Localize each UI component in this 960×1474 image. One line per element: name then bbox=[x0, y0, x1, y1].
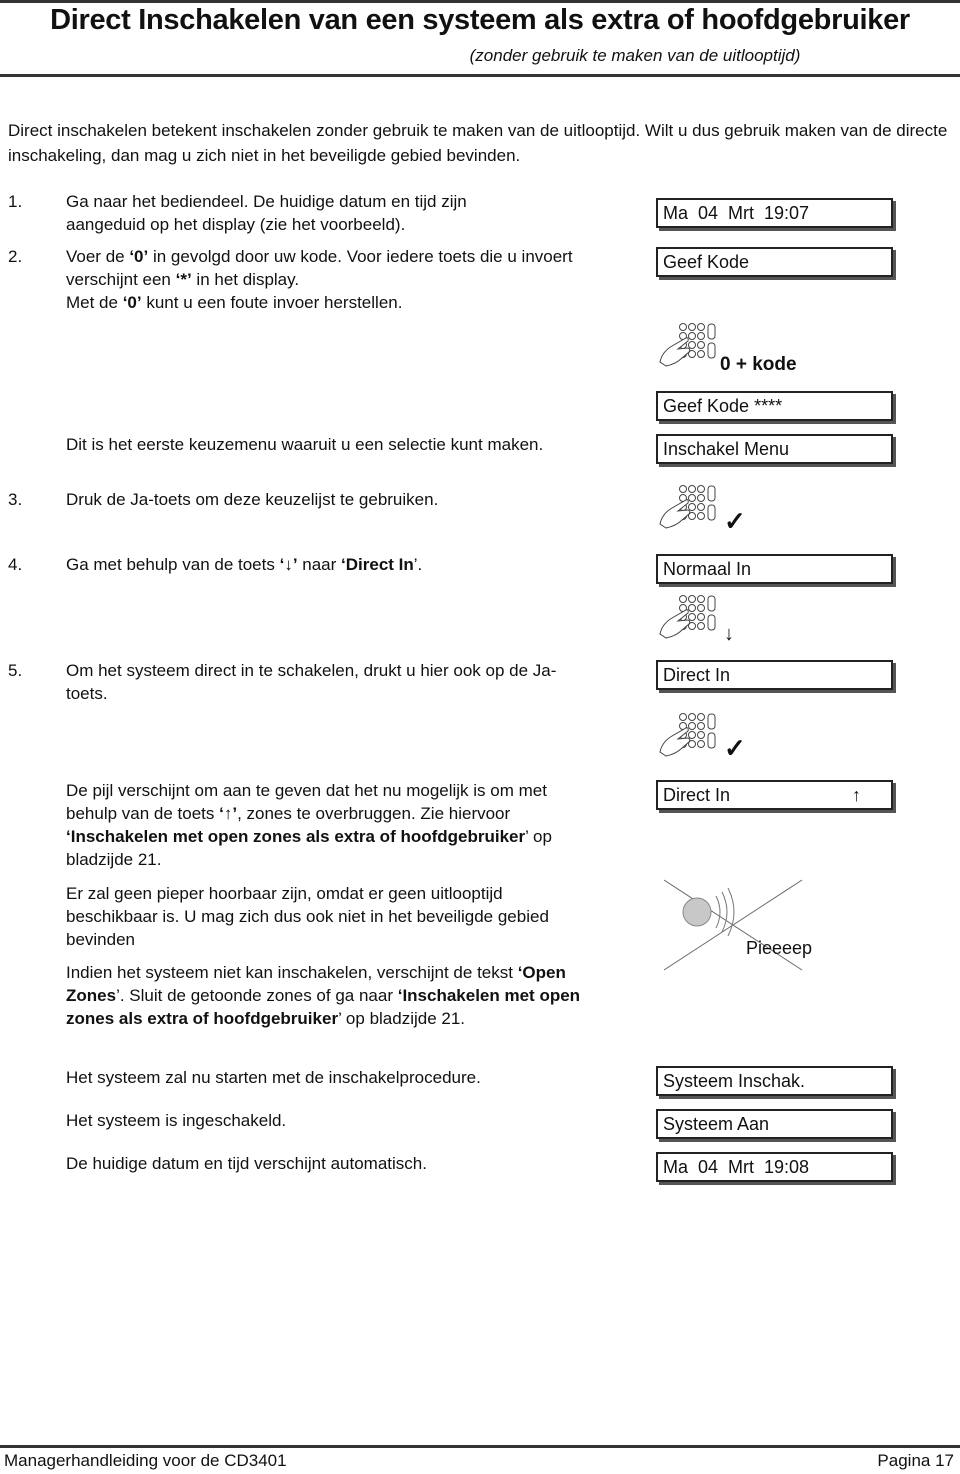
display-text: Direct In bbox=[663, 785, 731, 805]
text: Indien het systeem niet kan inschakelen,… bbox=[66, 963, 518, 982]
footer-page-number: Pagina 17 bbox=[877, 1451, 954, 1470]
step-text: Voer de ‘0’ in gevolgd door uw kode. Voo… bbox=[66, 245, 596, 314]
display-direct-in-arrow: Direct In ↑ bbox=[656, 780, 893, 810]
step-text: Ga naar het bediendeel. De huidige datum… bbox=[66, 192, 467, 234]
display-geef-kode-stars: Geef Kode **** bbox=[656, 391, 893, 421]
armed-paragraph: Het systeem is ingeschakeld. bbox=[66, 1111, 287, 1130]
menu-info: Dit is het eerste keuzemenu waaruit u ee… bbox=[8, 433, 608, 483]
open-zones-paragraph: Indien het systeem niet kan inschakelen,… bbox=[66, 961, 596, 1030]
step-2: 2. Voer de ‘0’ in gevolgd door uw kode. … bbox=[8, 245, 608, 315]
up-arrow-icon: ↑ bbox=[852, 785, 861, 805]
step-3: 3. Druk de Ja-toets om deze keuzelijst t… bbox=[8, 488, 608, 513]
display-geef-kode: Geef Kode bbox=[656, 247, 893, 277]
step-text: Om het systeem direct in te schakelen, d… bbox=[66, 661, 557, 703]
display-normaal-in: Normaal In bbox=[656, 554, 893, 584]
step-number: 1. bbox=[8, 192, 23, 211]
header-rule bbox=[0, 74, 960, 77]
step-number: 2. bbox=[8, 247, 23, 266]
key-star: ‘*’ bbox=[175, 270, 192, 289]
text: Voer de bbox=[66, 247, 130, 266]
text: in het display. bbox=[191, 270, 300, 289]
no-beep-icon bbox=[663, 879, 803, 971]
check-icon: ✓ bbox=[724, 733, 746, 763]
footer-rule bbox=[0, 1445, 960, 1448]
text: kunt u een foute invoer herstellen. bbox=[141, 293, 403, 312]
display-inschakel-menu: Inschakel Menu bbox=[656, 434, 893, 464]
display-datetime: Ma 04 Mrt 19:07 bbox=[656, 198, 893, 228]
display-direct-in: Direct In bbox=[656, 660, 893, 690]
page-title: Direct Inschakelen van een systeem als e… bbox=[50, 4, 910, 36]
keypad-hand-icon bbox=[659, 323, 716, 367]
text: naar bbox=[297, 555, 342, 574]
beep-label: Pieeeep bbox=[746, 938, 813, 958]
text: ’. bbox=[413, 555, 423, 574]
key-up: ‘↑’ bbox=[219, 804, 238, 823]
down-arrow-icon: ↓ bbox=[724, 623, 734, 645]
step-text: Druk de Ja-toets om deze keuzelijst te g… bbox=[66, 490, 439, 509]
step-number: 5. bbox=[8, 661, 23, 680]
keypad-hand-icon bbox=[659, 485, 716, 529]
text: , zones te overbruggen. Zie hiervoor bbox=[237, 804, 511, 823]
zero-plus-code-label: 0 + kode bbox=[720, 354, 797, 375]
text: ’ op bladzijde 21. bbox=[338, 1009, 466, 1028]
step-1: 1. Ga naar het bediendeel. De huidige da… bbox=[8, 190, 608, 240]
keypad-hand-icon bbox=[659, 595, 716, 639]
menu-direct-in: ‘Direct In bbox=[341, 555, 414, 574]
check-icon: ✓ bbox=[724, 506, 746, 536]
page-subtitle: (zonder gebruik te maken van de uitloopt… bbox=[469, 46, 801, 65]
step-5: 5. Om het systeem direct in te schakelen… bbox=[8, 659, 608, 709]
datetime-paragraph: De huidige datum en tijd verschijnt auto… bbox=[66, 1154, 427, 1173]
step-4: 4. Ga met behulp van de toets ‘↓’ naar ‘… bbox=[8, 553, 608, 578]
top-rule bbox=[0, 0, 960, 3]
step-number: 4. bbox=[8, 555, 23, 574]
footer-manual-title: Managerhandleiding voor de CD3401 bbox=[4, 1451, 287, 1470]
display-systeem-inschak: Systeem Inschak. bbox=[656, 1066, 893, 1096]
step-text: Dit is het eerste keuzemenu waaruit u ee… bbox=[66, 435, 544, 454]
intro-paragraph: Direct inschakelen betekent inschakelen … bbox=[8, 121, 948, 165]
step-number: 3. bbox=[8, 490, 23, 509]
text: ’. Sluit de getoonde zones of ga naar bbox=[116, 986, 398, 1005]
key-down: ‘↓’ bbox=[279, 555, 298, 574]
key-zero: ‘0’ bbox=[122, 293, 142, 312]
arrow-note-paragraph: De pijl verschijnt om aan te geven dat h… bbox=[66, 779, 596, 871]
text: Ga met behulp van de toets bbox=[66, 555, 280, 574]
keypad-hand-icon bbox=[659, 713, 716, 757]
display-datetime-final: Ma 04 Mrt 19:08 bbox=[656, 1152, 893, 1182]
display-systeem-aan: Systeem Aan bbox=[656, 1109, 893, 1139]
starting-paragraph: Het systeem zal nu starten met de inscha… bbox=[66, 1068, 481, 1087]
no-beep-paragraph: Er zal geen pieper hoorbaar zijn, omdat … bbox=[66, 884, 549, 949]
text: Met de bbox=[66, 293, 123, 312]
key-zero: ‘0’ bbox=[129, 247, 149, 266]
step-text: Ga met behulp van de toets ‘↓’ naar ‘Dir… bbox=[66, 553, 586, 576]
reference-link: ‘Inschakelen met open zones als extra of… bbox=[66, 827, 526, 846]
